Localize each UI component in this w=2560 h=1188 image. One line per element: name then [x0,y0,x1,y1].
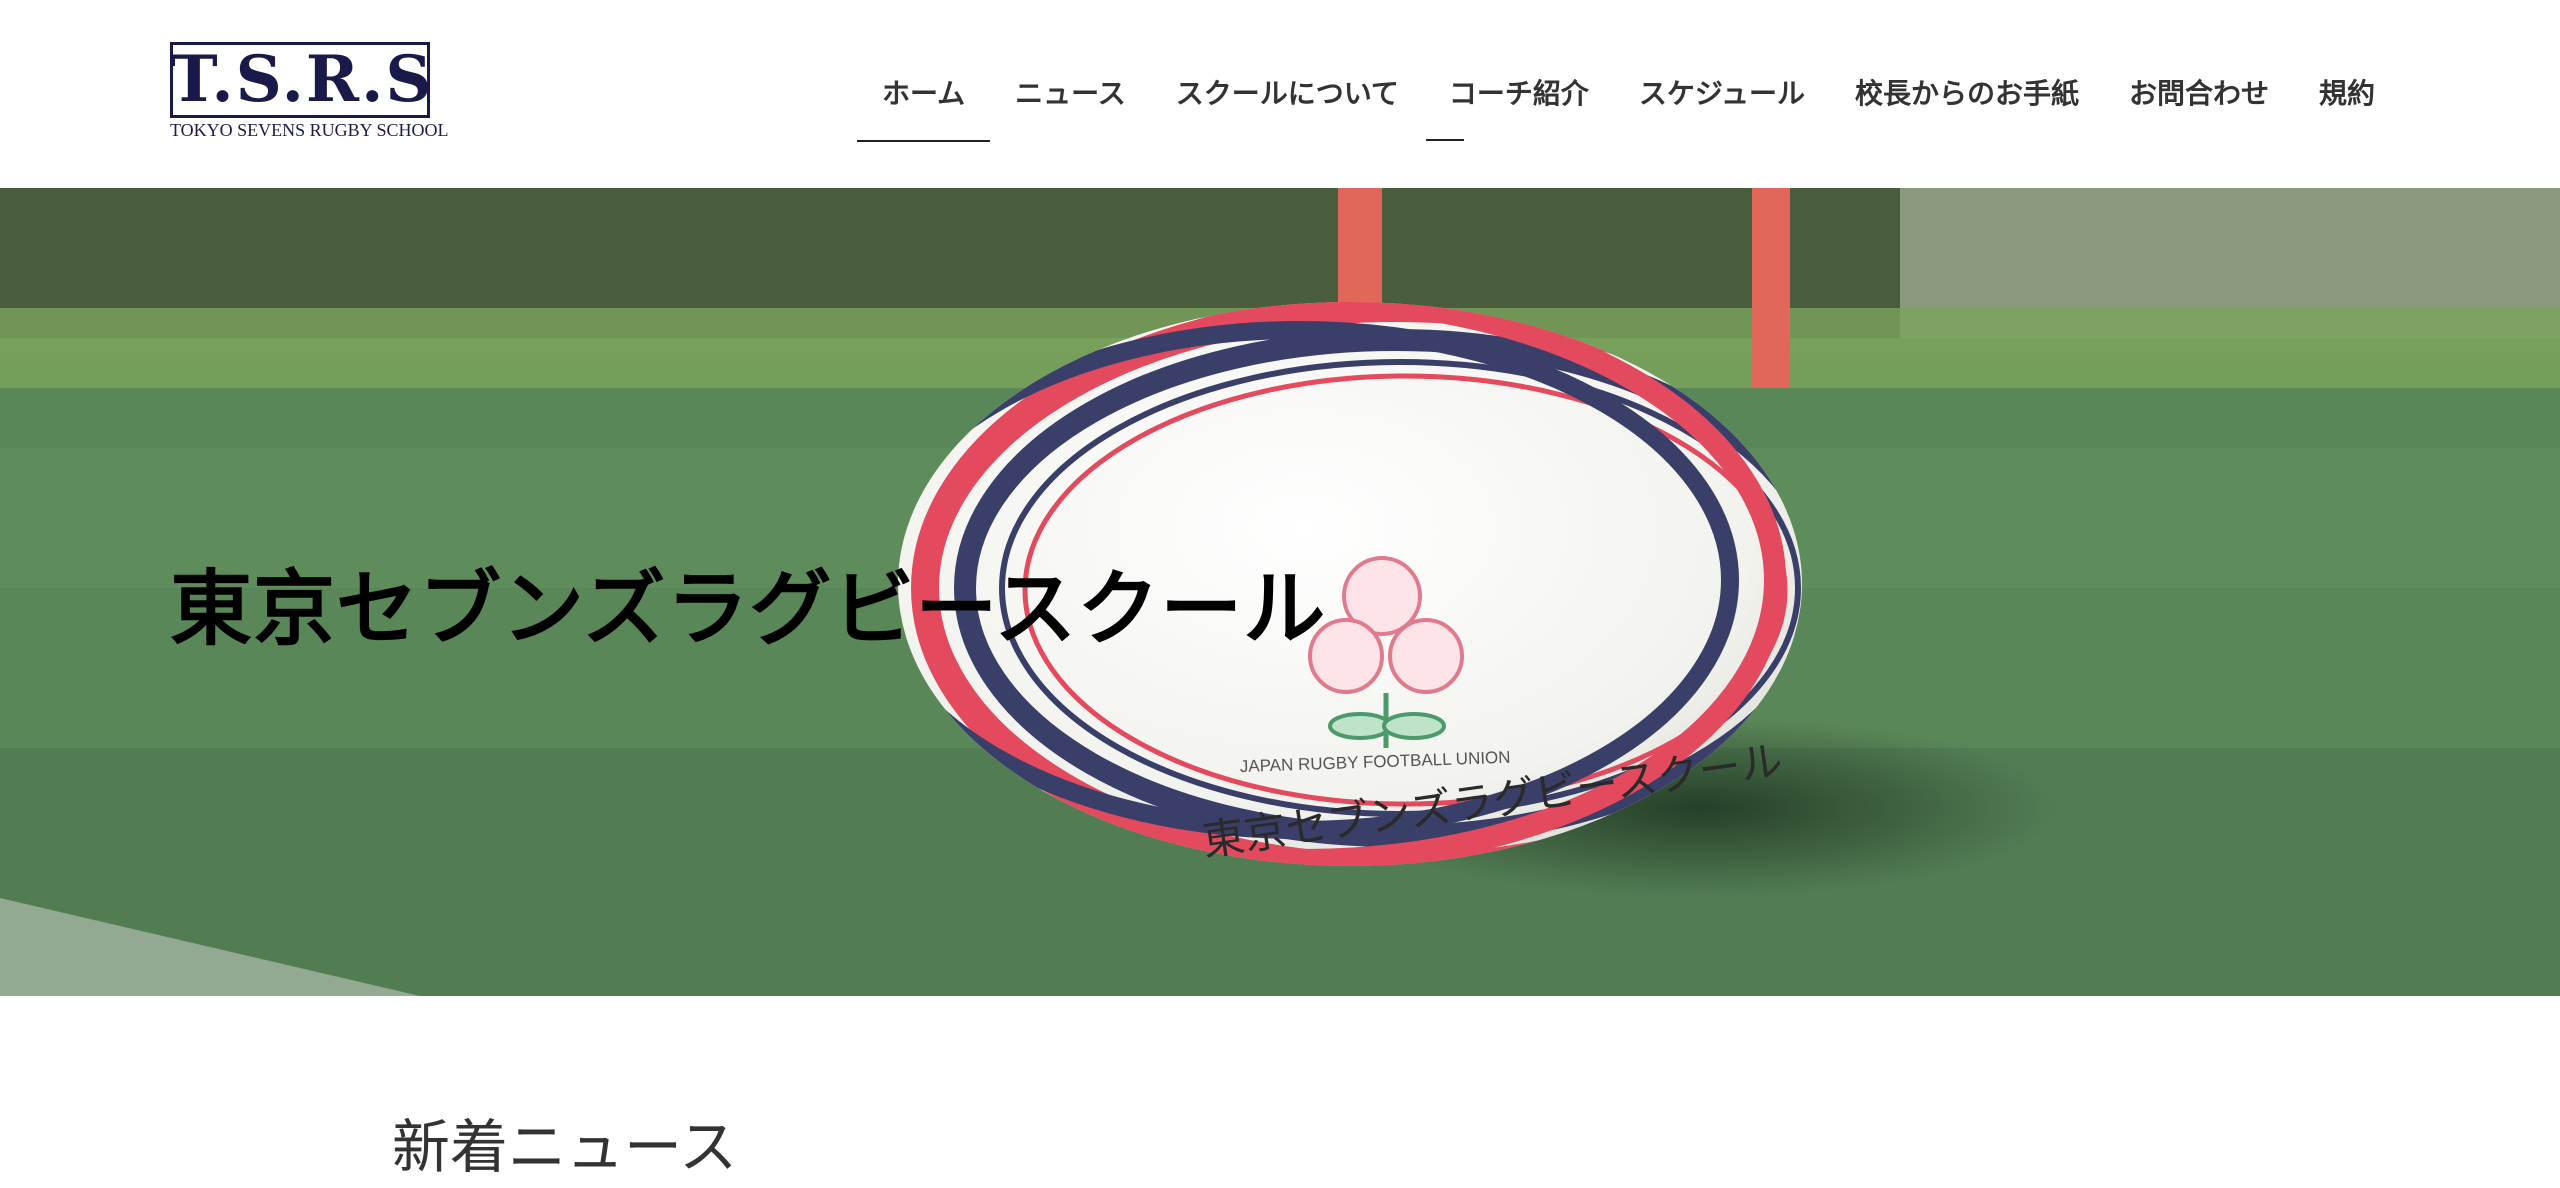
nav-item-coaches[interactable]: コーチ紹介 [1449,70,1589,118]
nav-item-about-school[interactable]: スクールについて [1176,70,1399,118]
nav-item-principal-letter[interactable]: 校長からのお手紙 [1855,70,2079,118]
nav-item-schedule[interactable]: スケジュール [1639,70,1805,118]
hero-title: 東京セブンズラグビースクール [170,562,1327,657]
site-header: T.S.R.S TOKYO SEVENS RUGBY SCHOOL ホーム ニュ… [0,0,2560,188]
nav-item-contact[interactable]: お問合わせ [2129,70,2269,118]
main-nav: ホーム ニュース スクールについて コーチ紹介 スケジュール 校長からのお手紙 … [856,70,2375,142]
nav-item-terms[interactable]: 規約 [2319,70,2375,118]
nav-item-news[interactable]: ニュース [1015,70,1126,118]
logo-subtitle: TOKYO SEVENS RUGBY SCHOOL [170,120,449,140]
news-heading: 新着ニュース [392,1113,738,1181]
nav-hover-marker [1426,139,1464,141]
nav-item-home[interactable]: ホーム [856,70,991,142]
goal-post-right [1752,188,1790,398]
hero-banner: JAPAN RUGBY FOOTBALL UNION 東京セブンズラグビースクー… [0,188,2560,996]
site-logo[interactable]: T.S.R.S TOKYO SEVENS RUGBY SCHOOL [170,42,449,144]
logo-letters: T.S.R.S [170,42,434,117]
